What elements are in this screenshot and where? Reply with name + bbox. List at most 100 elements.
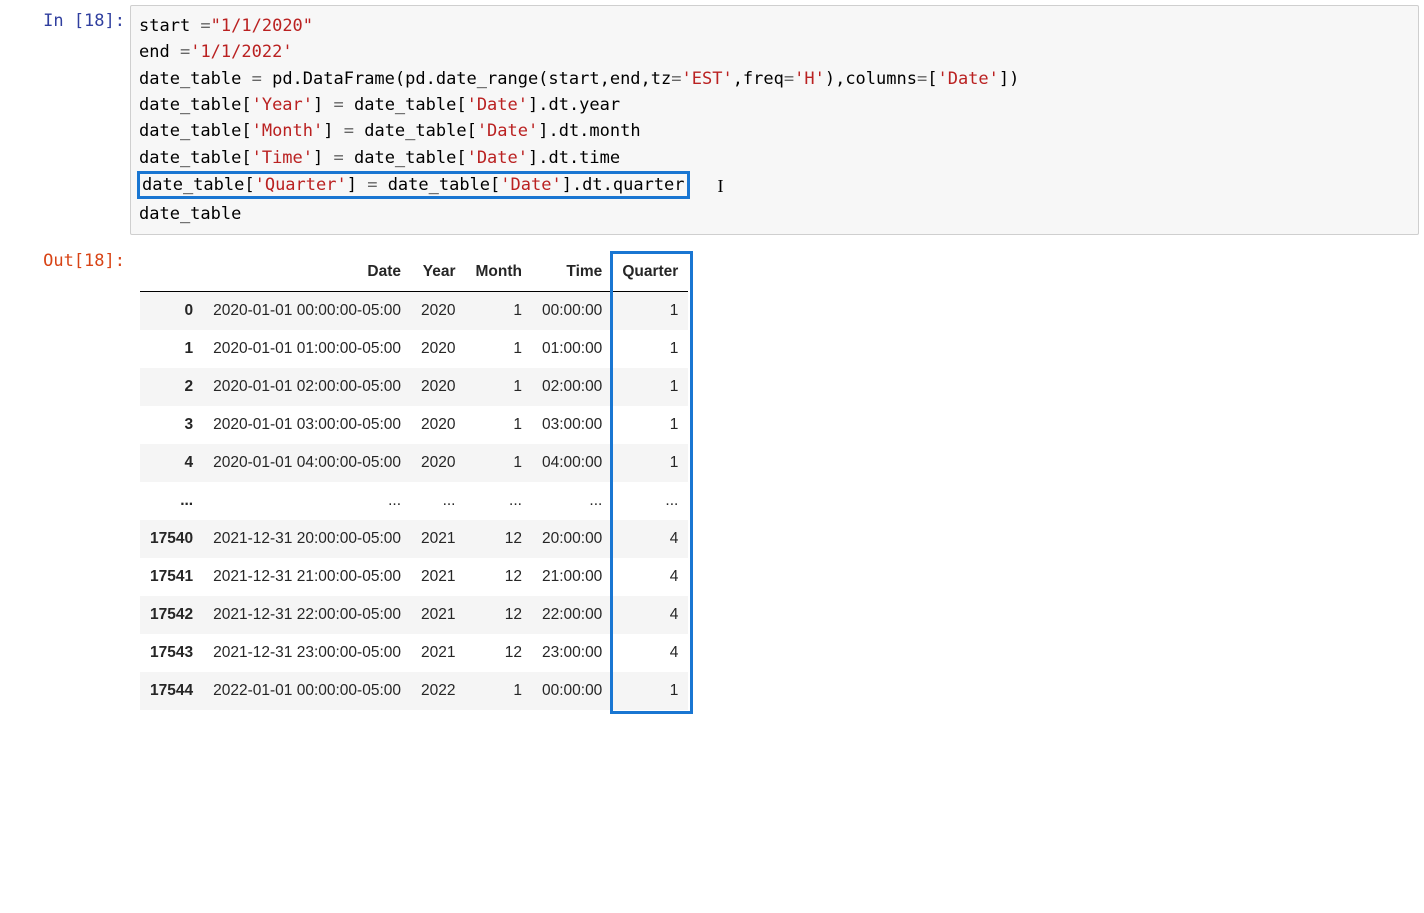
- row-index: 1: [140, 330, 203, 368]
- row-index: 17543: [140, 634, 203, 672]
- cell: 2022: [411, 672, 465, 710]
- cell: 01:00:00: [532, 330, 612, 368]
- table-header-row: DateYearMonthTimeQuarter: [140, 253, 688, 292]
- cell: 22:00:00: [532, 596, 612, 634]
- cell: 2021: [411, 520, 465, 558]
- cell: 1: [465, 444, 531, 482]
- cell: 2020-01-01 00:00:00-05:00: [203, 292, 411, 331]
- cell: 4: [612, 558, 688, 596]
- row-index: ...: [140, 482, 203, 520]
- row-index: 0: [140, 292, 203, 331]
- code-block[interactable]: start ="1/1/2020" end ='1/1/2022' date_t…: [139, 13, 1410, 227]
- row-index: 17544: [140, 672, 203, 710]
- col-header-month: Month: [465, 253, 531, 292]
- table-row: 175422021-12-31 22:00:00-05:0020211222:0…: [140, 596, 688, 634]
- cell: 1: [465, 406, 531, 444]
- table-row: 175432021-12-31 23:00:00-05:0020211223:0…: [140, 634, 688, 672]
- row-index: 17542: [140, 596, 203, 634]
- cell: ...: [532, 482, 612, 520]
- cell: 1: [612, 672, 688, 710]
- col-header-date: Date: [203, 253, 411, 292]
- cell: ...: [411, 482, 465, 520]
- code-line-2: end ='1/1/2022': [139, 42, 293, 62]
- cell: ...: [203, 482, 411, 520]
- code-line-7-highlight: date_table['Quarter'] = date_table['Date…: [139, 175, 724, 195]
- table-row: 175412021-12-31 21:00:00-05:0020211221:0…: [140, 558, 688, 596]
- cell: ...: [612, 482, 688, 520]
- cell: 1: [612, 444, 688, 482]
- cell: 02:00:00: [532, 368, 612, 406]
- row-index: 3: [140, 406, 203, 444]
- in-prompt: In [18]:: [0, 5, 130, 37]
- code-line-4: date_table['Year'] = date_table['Date'].…: [139, 95, 620, 115]
- cell: 4: [612, 634, 688, 672]
- row-index: 4: [140, 444, 203, 482]
- cell: 20:00:00: [532, 520, 612, 558]
- cell: 1: [612, 368, 688, 406]
- cell: 1: [612, 292, 688, 331]
- cell: 2021: [411, 634, 465, 672]
- table-row: 175442022-01-01 00:00:00-05:002022100:00…: [140, 672, 688, 710]
- cell: 2021: [411, 596, 465, 634]
- cell: 2020: [411, 368, 465, 406]
- cell: 4: [612, 596, 688, 634]
- dataframe-table: DateYearMonthTimeQuarter 02020-01-01 00:…: [140, 253, 688, 710]
- table-body: 02020-01-01 00:00:00-05:002020100:00:001…: [140, 292, 688, 711]
- code-line-3: date_table = pd.DataFrame(pd.date_range(…: [139, 69, 1019, 89]
- row-index: 17540: [140, 520, 203, 558]
- cell: 12: [465, 520, 531, 558]
- col-header-quarter: Quarter: [612, 253, 688, 292]
- output-area: DateYearMonthTimeQuarter 02020-01-01 00:…: [130, 245, 1419, 713]
- cell: 12: [465, 558, 531, 596]
- cell: 2021-12-31 21:00:00-05:00: [203, 558, 411, 596]
- cell: 1: [465, 330, 531, 368]
- col-header-time: Time: [532, 253, 612, 292]
- cell: 2021-12-31 20:00:00-05:00: [203, 520, 411, 558]
- table-row: ..................: [140, 482, 688, 520]
- cell: 1: [465, 368, 531, 406]
- cell: 2020-01-01 01:00:00-05:00: [203, 330, 411, 368]
- cell: 2021: [411, 558, 465, 596]
- cell: 1: [612, 406, 688, 444]
- dataframe-wrap: DateYearMonthTimeQuarter 02020-01-01 00:…: [140, 253, 688, 710]
- code-line-6: date_table['Time'] = date_table['Date'].…: [139, 148, 620, 168]
- row-index: 2: [140, 368, 203, 406]
- cell: 1: [612, 330, 688, 368]
- table-row: 42020-01-01 04:00:00-05:002020104:00:001: [140, 444, 688, 482]
- row-index: 17541: [140, 558, 203, 596]
- text-cursor-icon: I: [718, 173, 724, 201]
- col-header-year: Year: [411, 253, 465, 292]
- cell: 12: [465, 634, 531, 672]
- cell: 2020-01-01 03:00:00-05:00: [203, 406, 411, 444]
- cell: 23:00:00: [532, 634, 612, 672]
- cell: 1: [465, 292, 531, 331]
- table-row: 175402021-12-31 20:00:00-05:0020211220:0…: [140, 520, 688, 558]
- cell: 2020-01-01 04:00:00-05:00: [203, 444, 411, 482]
- out-prompt: Out[18]:: [0, 245, 130, 277]
- input-cell: In [18]: start ="1/1/2020" end ='1/1/202…: [0, 0, 1424, 240]
- index-header: [140, 253, 203, 292]
- cell: 12: [465, 596, 531, 634]
- cell: 2022-01-01 00:00:00-05:00: [203, 672, 411, 710]
- table-row: 22020-01-01 02:00:00-05:002020102:00:001: [140, 368, 688, 406]
- cell: 21:00:00: [532, 558, 612, 596]
- code-input-area[interactable]: start ="1/1/2020" end ='1/1/2022' date_t…: [130, 5, 1419, 235]
- table-row: 02020-01-01 00:00:00-05:002020100:00:001: [140, 292, 688, 331]
- cell: 4: [612, 520, 688, 558]
- cell: 2021-12-31 22:00:00-05:00: [203, 596, 411, 634]
- cell: 2021-12-31 23:00:00-05:00: [203, 634, 411, 672]
- code-line-1: start ="1/1/2020": [139, 16, 313, 36]
- cell: 04:00:00: [532, 444, 612, 482]
- output-cell: Out[18]: DateYearMonthTimeQuarter 02020-…: [0, 240, 1424, 718]
- table-row: 12020-01-01 01:00:00-05:002020101:00:001: [140, 330, 688, 368]
- cell: 2020: [411, 406, 465, 444]
- table-row: 32020-01-01 03:00:00-05:002020103:00:001: [140, 406, 688, 444]
- cell: 2020: [411, 444, 465, 482]
- cell: 03:00:00: [532, 406, 612, 444]
- cell: 00:00:00: [532, 292, 612, 331]
- code-line-5: date_table['Month'] = date_table['Date']…: [139, 121, 641, 141]
- cell: 2020-01-01 02:00:00-05:00: [203, 368, 411, 406]
- cell: 1: [465, 672, 531, 710]
- cell: ...: [465, 482, 531, 520]
- cell: 2020: [411, 330, 465, 368]
